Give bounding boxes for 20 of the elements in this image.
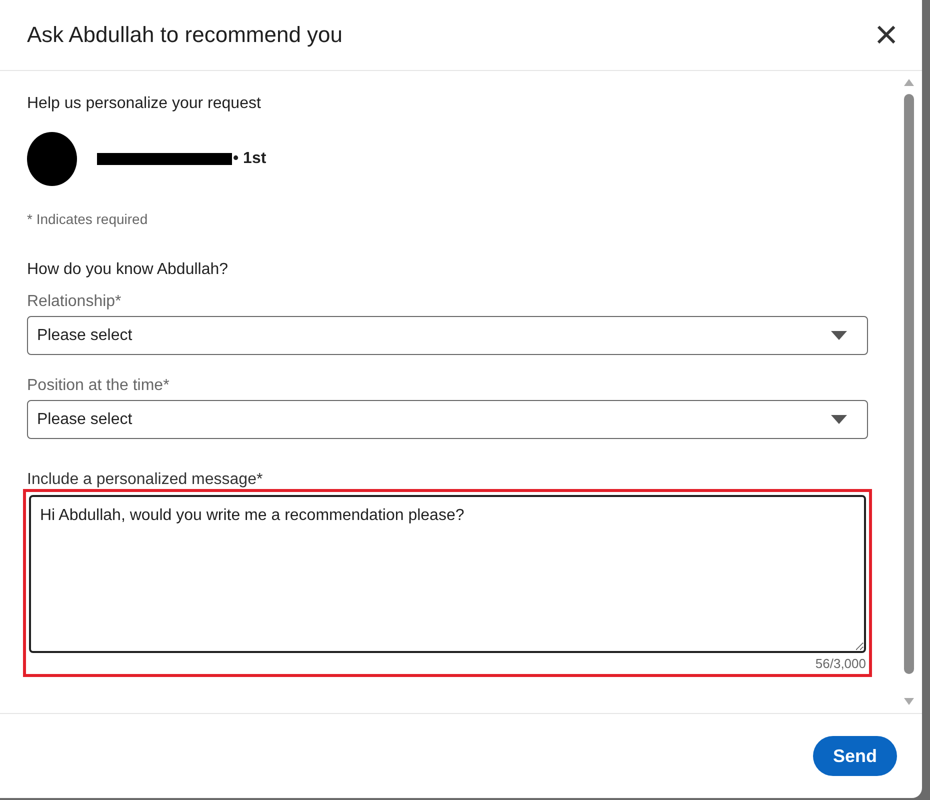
select-field[interactable]: Please select [27,316,868,355]
character-counter: 56/3,000 [814,656,866,671]
required-note: * Indicates required [27,211,149,227]
dialog-title: Ask Abdullah to recommend you [27,22,343,48]
caret-icon [831,415,847,424]
message-field[interactable]: Hi Abdullah, would you write me a recommendation please? [29,495,866,653]
scroll-up-icon[interactable] [904,79,914,86]
avatar [27,132,77,186]
field-label: Position at the time* [27,377,170,395]
intro-text: Help us personalize your request [27,95,262,113]
scrollbar-thumb[interactable] [904,94,914,674]
select-field[interactable]: Please select [27,400,868,439]
scroll-down-icon[interactable] [904,698,914,705]
close-button[interactable]: × [870,15,902,55]
send-button[interactable]: Send [812,736,897,776]
field-label: Include a personalized message* [27,471,264,489]
field-label: Relationship* [27,293,122,311]
connection-degree: • 1st [233,150,266,168]
caret-icon [831,331,847,340]
question-text: How do you know Abdullah? [27,261,230,279]
